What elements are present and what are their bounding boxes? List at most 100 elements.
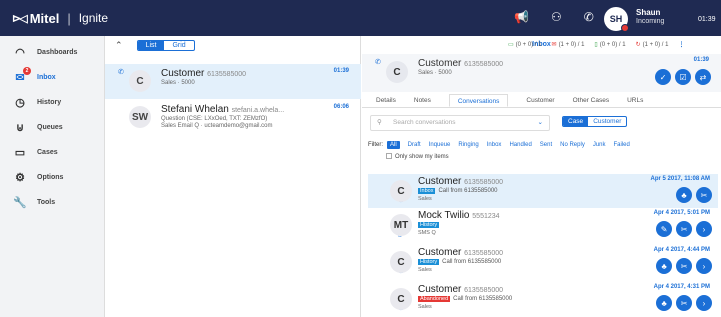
sidebar-item-label: Inbox: [37, 74, 56, 81]
sidebar-item-tools[interactable]: 🔧 Tools: [0, 190, 104, 215]
mitel-logo-icon: ⊳◁: [12, 12, 28, 25]
open-button[interactable]: ›: [696, 258, 712, 274]
detail-tabs: Details Notes Conversations Customer Oth…: [362, 94, 721, 108]
history-queue: SMS Q: [418, 230, 436, 236]
agent-button[interactable]: ♣: [656, 258, 673, 274]
tab-urls[interactable]: URLs: [627, 94, 643, 107]
search-placeholder: Search conversations: [393, 119, 456, 126]
inbox-badge: 2: [23, 67, 31, 75]
history-row[interactable]: ✆ C Customer 6135585000 AbandonedCall fr…: [368, 282, 718, 316]
history-name-text: Customer: [418, 284, 462, 295]
sidebar: ◠ Dashboards ✉ 2 Inbox ◷ History ⊍ Queues…: [0, 36, 105, 317]
sidebar-item-inbox[interactable]: ✉ 2 Inbox: [0, 65, 104, 90]
contact-name-text: Customer: [418, 58, 462, 69]
contacts-icon[interactable]: ⚇: [551, 10, 562, 24]
history-meta: History: [418, 222, 442, 228]
megaphone-icon[interactable]: 📢: [514, 10, 529, 24]
open-button[interactable]: ›: [696, 221, 712, 237]
contact-queue: Sales · 5000: [418, 70, 452, 76]
phone-icon[interactable]: ✆: [584, 10, 594, 24]
user-status: Incoming: [636, 18, 665, 25]
logo-divider: |: [67, 10, 71, 26]
sidebar-item-options[interactable]: ⚙ Options: [0, 165, 104, 190]
sidebar-item-cases[interactable]: ▭ Cases: [0, 140, 104, 165]
hangup-button[interactable]: ✂: [696, 187, 712, 203]
history-number: 6135585000: [464, 250, 504, 257]
hangup-button[interactable]: ✂: [676, 258, 693, 274]
collapse-icon[interactable]: ⌃: [115, 40, 123, 51]
sidebar-item-label: Tools: [37, 199, 56, 206]
wrap-up-button[interactable]: ☑: [675, 69, 692, 85]
brand-name: Mitel: [29, 10, 60, 26]
grid-view-button[interactable]: Grid: [164, 41, 193, 50]
case-toggle-button[interactable]: Case: [563, 117, 589, 126]
history-name-text: Customer: [418, 176, 462, 187]
hangup-button[interactable]: ✂: [676, 221, 693, 237]
row-actions: ♣ ✂: [674, 187, 712, 203]
filter-inbox[interactable]: Inbox: [487, 142, 502, 148]
sidebar-item-label: Options: [37, 174, 64, 181]
sidebar-item-label: History: [37, 99, 62, 106]
user-name: Shaun: [636, 8, 661, 17]
tab-notes[interactable]: Notes: [414, 94, 431, 107]
top-bar: ⊳◁ Mitel | Ignite 📢 ⚇ ✆ SH Shaun Incomin…: [0, 0, 721, 36]
edit-button[interactable]: ✎: [656, 221, 673, 237]
search-input[interactable]: ⚲ Search conversations ⌄: [370, 115, 550, 131]
contact-queue: Sales · 5000: [161, 80, 195, 86]
filter-sent[interactable]: Sent: [540, 142, 552, 148]
sidebar-item-label: Queues: [37, 124, 63, 131]
filter-label: Filter:: [368, 142, 383, 148]
avatar: C: [390, 180, 412, 202]
open-button[interactable]: ›: [696, 295, 712, 311]
phone-icon: ✆: [118, 69, 124, 76]
filter-draft[interactable]: Draft: [408, 142, 421, 148]
hangup-button[interactable]: ✂: [676, 295, 693, 311]
history-row[interactable]: ✆ C Customer 6135585000 HistoryCall from…: [368, 245, 718, 279]
filter-junk[interactable]: Junk: [593, 142, 606, 148]
filter-handled[interactable]: Handled: [509, 142, 531, 148]
agent-button[interactable]: ♣: [656, 295, 673, 311]
history-row[interactable]: ✆ C Customer 6135585000 InboxCall from 6…: [368, 174, 718, 208]
history-row[interactable]: ▯ MT Mock Twilio 5551234 History SMS Q A…: [368, 208, 718, 242]
only-mine-checkbox[interactable]: Only show my items: [362, 151, 721, 163]
callback-counter: ↻ (1 + 0) / 1: [635, 42, 669, 48]
history-name-text: Mock Twilio: [418, 210, 470, 221]
tab-details[interactable]: Details: [376, 94, 396, 107]
sidebar-item-queues[interactable]: ⊍ Queues: [0, 115, 104, 140]
filter-all[interactable]: All: [387, 141, 400, 149]
filter-inqueue[interactable]: Inqueue: [429, 142, 451, 148]
tab-conversations[interactable]: Conversations: [448, 94, 509, 107]
email-counter: ✉ (1 + 0) / 1: [551, 42, 585, 48]
list-view-button[interactable]: List: [137, 40, 165, 50]
conversation-subject: Question (CSE: LXxOed, TXT: ZEMzfO): [161, 116, 268, 122]
sidebar-item-label: Cases: [37, 149, 58, 156]
filter-failed[interactable]: Failed: [614, 142, 630, 148]
checkbox-box: [386, 153, 392, 159]
active-contact-card: ✆ C Customer 6135585000 Sales · 5000 01:…: [362, 54, 721, 92]
row-actions: ♣ ✂ ›: [654, 295, 712, 311]
tab-other-cases[interactable]: Other Cases: [573, 94, 610, 107]
customer-toggle-button[interactable]: Customer: [588, 117, 626, 126]
more-menu-icon[interactable]: ⋮: [678, 36, 684, 54]
list-item[interactable]: SW Stefani Whelan stefani.a.whela... Que…: [105, 100, 361, 135]
history-queue: Sales: [418, 267, 432, 273]
sidebar-item-history[interactable]: ◷ History: [0, 90, 104, 115]
sidebar-item-dashboards[interactable]: ◠ Dashboards: [0, 40, 104, 65]
transfer-button[interactable]: ⇄: [695, 69, 711, 85]
history-name-text: Customer: [418, 247, 462, 258]
conversation-queue: Sales Email Q · ucteamdemo@gmail.com: [161, 123, 273, 129]
chevron-down-icon[interactable]: ⌄: [538, 116, 543, 130]
history-date: Apr 4 2017, 4:44 PM: [653, 247, 710, 253]
filter-no-reply[interactable]: No Reply: [560, 142, 585, 148]
user-avatar[interactable]: SH: [604, 7, 629, 32]
accept-button[interactable]: ✓: [655, 69, 672, 85]
list-item[interactable]: ✆ C Customer 6135585000 Sales · 5000 01:…: [105, 64, 361, 99]
agent-button[interactable]: ♣: [676, 187, 693, 203]
filter-ringing[interactable]: Ringing: [458, 142, 478, 148]
tab-customer[interactable]: Customer: [526, 94, 554, 107]
row-actions: ♣ ✂ ›: [654, 258, 712, 274]
conversation-list-pane: ⌃ List Grid ✆ C Customer 6135585000 Sale…: [105, 36, 361, 317]
avatar: C: [390, 288, 412, 310]
call-counter: ▭ (0 + 0) / 1: [508, 42, 542, 48]
avatar: SW: [129, 106, 151, 128]
